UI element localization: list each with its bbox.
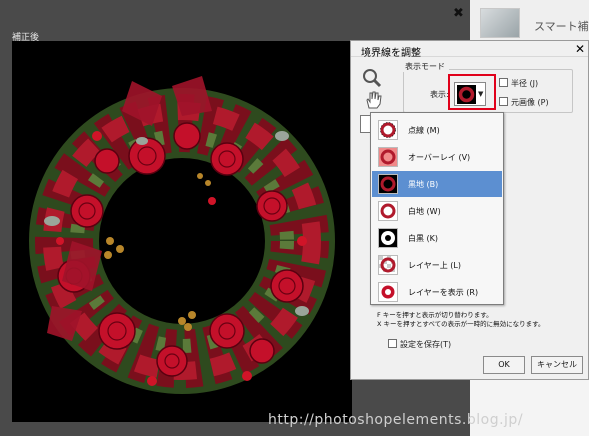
menu-item-label: レイヤーを表示 (R) (408, 288, 479, 297)
on-black-icon (378, 174, 398, 194)
dialog-titlebar[interactable]: 境界線を調整 ✕ (351, 41, 588, 59)
on-layers-icon (378, 255, 398, 275)
view-mode-title: 表示モード (401, 61, 449, 72)
menu-item-overlay[interactable]: オーバーレイ (V) (372, 144, 502, 170)
save-settings-label: 設定を保存(T) (400, 340, 452, 349)
watermark: http://photoshopelements.blog.jp/ (268, 412, 524, 428)
dialog-close-icon[interactable]: ✕ (575, 42, 585, 56)
menu-item-on-white[interactable]: 白地 (W) (372, 198, 502, 224)
zoom-tool-icon[interactable] (361, 67, 383, 89)
reveal-layer-icon (378, 282, 398, 302)
menu-item-label: 点線 (M) (408, 126, 440, 135)
annotation-highlight (448, 74, 496, 110)
cancel-button[interactable]: キャンセル (531, 356, 583, 374)
view-mode-menu: 点線 (M) オーバーレイ (V) 黒地 (B) 白地 (W) 白黒 (K) レ… (370, 112, 504, 305)
original-checkbox[interactable] (499, 97, 508, 106)
menu-item-label: 白黒 (K) (408, 234, 439, 243)
menu-item-black-white[interactable]: 白黒 (K) (372, 225, 502, 251)
display-label: 表示: (430, 90, 449, 99)
overlay-icon (378, 147, 398, 167)
menu-item-marching-ants[interactable]: 点線 (M) (372, 117, 502, 143)
menu-item-label: レイヤー上 (L) (408, 261, 462, 270)
smart-fix-label: スマート補正 (534, 20, 589, 33)
hint-text: X キーを押すとすべての表示が一時的に無効になります。 (377, 320, 545, 328)
menu-item-label: 黒地 (B) (408, 180, 439, 189)
original-label: 元画像 (P) (511, 98, 549, 107)
menu-item-label: オーバーレイ (V) (408, 153, 471, 162)
wreath-photo[interactable] (12, 41, 348, 422)
smart-fix-header[interactable]: スマート補正 (470, 0, 589, 45)
save-settings-checkbox[interactable] (388, 339, 397, 348)
marching-ants-icon (378, 120, 398, 140)
ok-button[interactable]: OK (483, 356, 525, 374)
dialog-title: 境界線を調整 (361, 48, 421, 59)
radius-label: 半径 (J) (511, 79, 539, 88)
close-icon[interactable]: ✖ (453, 6, 464, 21)
hand-tool-icon[interactable] (362, 89, 384, 111)
black-white-icon (378, 228, 398, 248)
menu-item-label: 白地 (W) (408, 207, 441, 216)
menu-item-reveal-layer[interactable]: レイヤーを表示 (R) (372, 279, 502, 305)
smart-fix-thumbnail (480, 8, 520, 38)
menu-item-on-layers[interactable]: レイヤー上 (L) (372, 252, 502, 278)
menu-item-on-black[interactable]: 黒地 (B) (372, 171, 502, 197)
radius-checkbox[interactable] (499, 78, 508, 87)
on-white-icon (378, 201, 398, 221)
